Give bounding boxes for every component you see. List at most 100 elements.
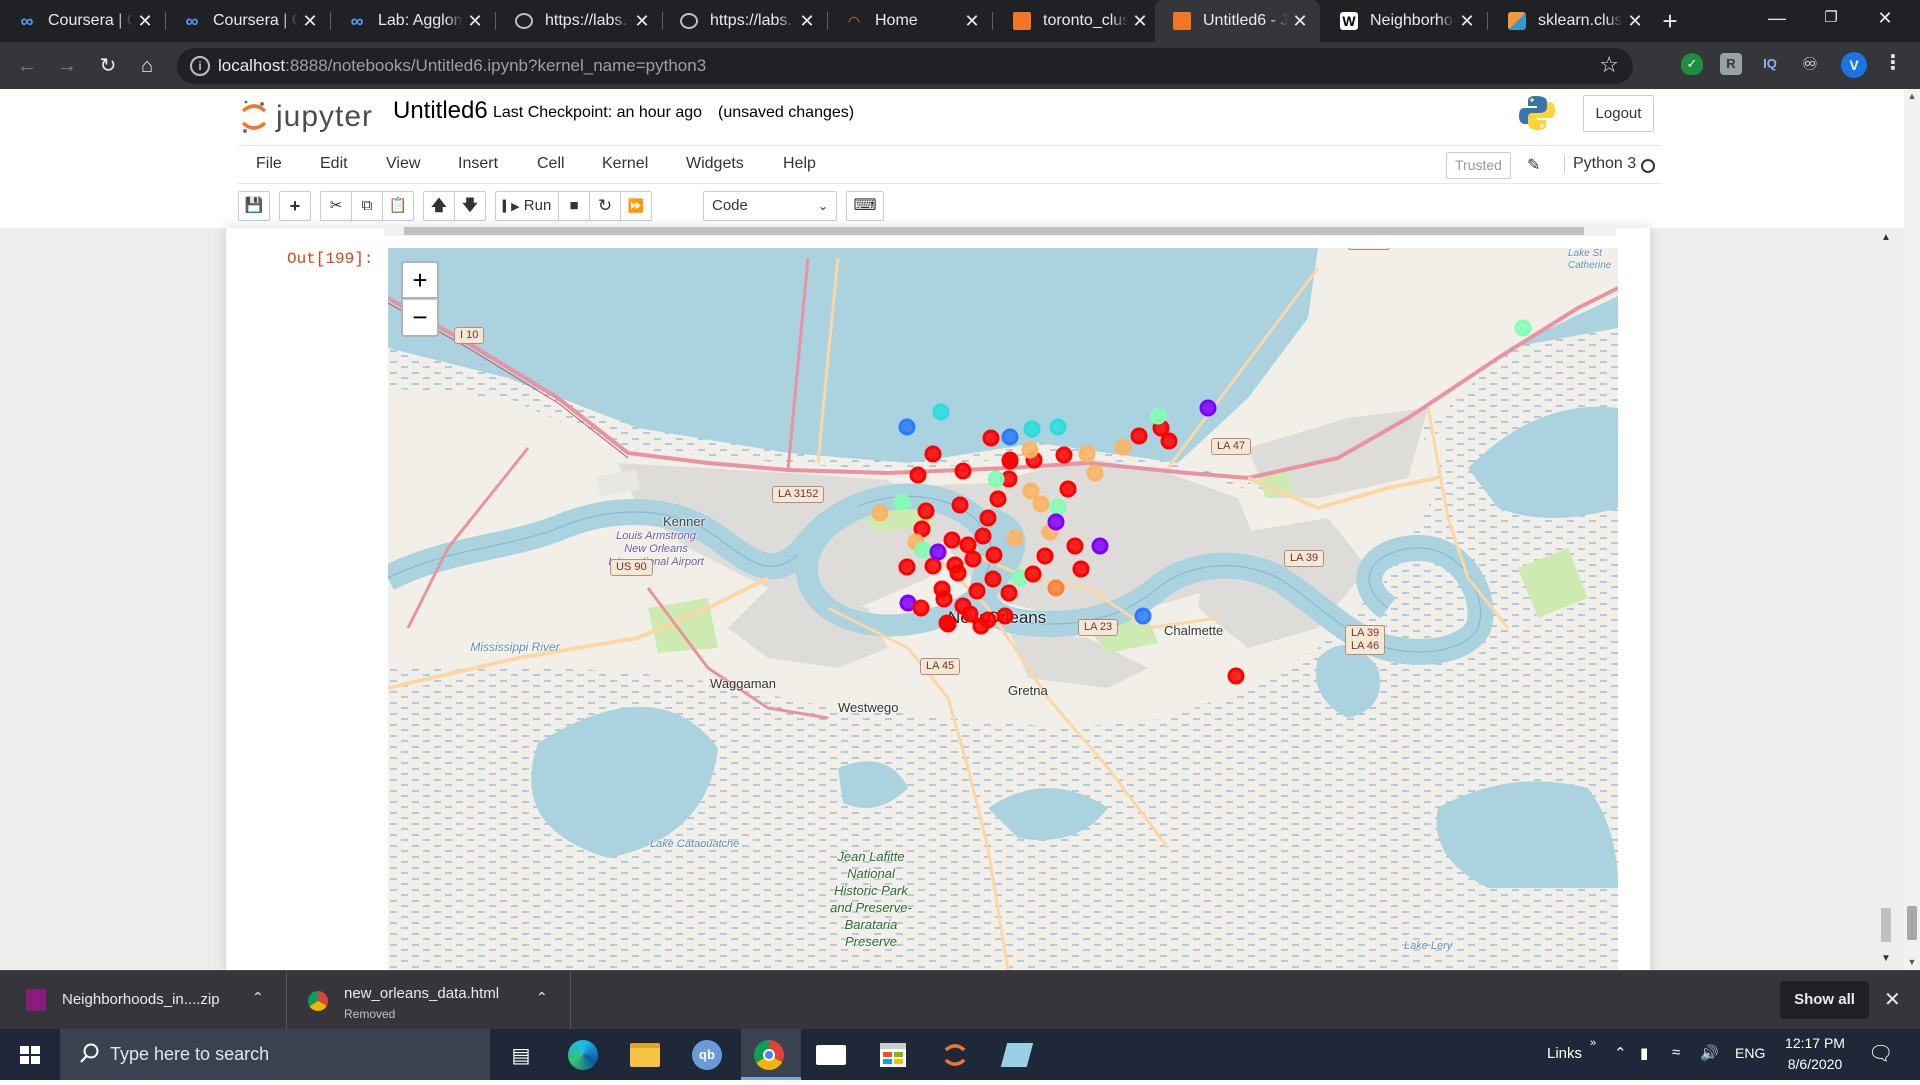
cluster-marker-red[interactable] <box>939 615 957 633</box>
browser-tab[interactable]: ∞ Coursera | O ✕ <box>165 0 330 42</box>
edit-pencil-icon[interactable]: ✎ <box>1527 155 1540 175</box>
cluster-marker-red[interactable] <box>1024 565 1042 583</box>
cluster-marker-red[interactable] <box>1160 432 1178 450</box>
show-all-downloads-button[interactable]: Show all <box>1780 981 1869 1019</box>
browser-tab[interactable]: sklearn.clust ✕ <box>1490 0 1655 42</box>
cluster-marker-red[interactable] <box>909 466 927 484</box>
cluster-marker-red[interactable] <box>1036 547 1054 565</box>
browser-tab[interactable]: https://labs. ✕ <box>662 0 827 42</box>
cluster-marker-red[interactable] <box>996 607 1014 625</box>
scrollbar-thumb[interactable] <box>1881 908 1891 942</box>
menu-help[interactable]: Help <box>783 155 816 173</box>
cluster-marker-red[interactable] <box>1130 427 1148 445</box>
forward-button[interactable]: → <box>53 52 81 80</box>
close-tab-icon[interactable]: ✕ <box>630 11 654 32</box>
cluster-marker-red[interactable] <box>989 490 1007 508</box>
start-button[interactable] <box>0 1029 60 1080</box>
menu-kernel[interactable]: Kernel <box>602 155 648 173</box>
scroll-down-icon[interactable]: ▼ <box>1904 957 1920 967</box>
volume-icon[interactable]: 🔊 <box>1700 1044 1719 1062</box>
cluster-marker-blue[interactable] <box>898 418 916 436</box>
close-tab-icon[interactable]: ✕ <box>463 11 487 32</box>
close-tab-icon[interactable]: ✕ <box>1455 11 1479 32</box>
store-icon[interactable] <box>875 1037 911 1073</box>
bookmark-star-icon[interactable]: ☆ <box>1599 52 1619 78</box>
cluster-marker-red[interactable] <box>1066 537 1084 555</box>
scroll-up-icon[interactable]: ▲ <box>1904 91 1920 101</box>
scrollbar-thumb[interactable] <box>1907 906 1917 940</box>
cluster-marker-red[interactable] <box>1000 584 1018 602</box>
notebook-name[interactable]: Untitled6 <box>393 97 488 125</box>
qbittorrent-icon[interactable]: qb <box>689 1037 725 1073</box>
chevron-right-icon[interactable]: » <box>1590 1037 1596 1049</box>
wifi-icon[interactable]: ≈ <box>1672 1044 1680 1061</box>
cluster-marker-red[interactable] <box>943 531 961 549</box>
links-toolbar[interactable]: Links <box>1547 1045 1582 1062</box>
move-up-icon[interactable]: 🡅 <box>423 191 455 221</box>
browser-menu-icon[interactable]: ⋮ <box>1882 52 1904 74</box>
cluster-marker-purple[interactable] <box>1199 399 1217 417</box>
site-info-icon[interactable]: i <box>190 56 210 76</box>
browser-tab[interactable]: ◠ Home ✕ <box>827 0 992 42</box>
task-view-icon[interactable]: ▤ <box>503 1037 539 1073</box>
trusted-indicator[interactable]: Trusted <box>1446 152 1511 179</box>
new-tab-button[interactable]: + <box>1655 6 1685 36</box>
cluster-marker-purple[interactable] <box>1047 513 1065 531</box>
puzzle-icon[interactable]: ♾ <box>1799 53 1821 75</box>
cluster-marker-orange[interactable] <box>1086 464 1104 482</box>
cluster-marker-orange[interactable] <box>1022 482 1040 500</box>
close-tab-icon[interactable]: ✕ <box>1288 11 1312 32</box>
cluster-marker-red[interactable] <box>959 536 977 554</box>
close-tab-icon[interactable]: ✕ <box>1623 11 1647 32</box>
cluster-marker-red[interactable] <box>982 429 1000 447</box>
notifications-icon[interactable]: 🗨 <box>1868 1041 1893 1066</box>
cluster-marker-blue[interactable] <box>1134 607 1152 625</box>
restart-kernel-icon[interactable]: ↻ <box>589 191 621 221</box>
interrupt-stop-icon[interactable]: ■ <box>558 191 590 221</box>
cluster-marker-red[interactable] <box>972 617 990 635</box>
cluster-marker-orange[interactable] <box>871 504 889 522</box>
cluster-marker-red[interactable] <box>898 558 916 576</box>
menu-file[interactable]: File <box>256 155 282 173</box>
move-down-icon[interactable]: 🡇 <box>454 191 486 221</box>
insert-cell-plus-icon[interactable]: + <box>279 191 311 221</box>
menu-insert[interactable]: Insert <box>458 155 498 173</box>
cluster-marker-red[interactable] <box>1072 560 1090 578</box>
zoom-out-button[interactable]: − <box>401 299 439 337</box>
chevron-up-icon[interactable]: ⌃ <box>1614 1044 1627 1062</box>
cluster-marker-orange[interactable] <box>1032 495 1050 513</box>
cluster-marker-dark-orange[interactable] <box>1047 579 1065 597</box>
taskbar-search-box[interactable]: Type here to search <box>60 1029 490 1080</box>
browser-tab[interactable]: ∞ Coursera | O ✕ <box>0 0 165 42</box>
close-window-button[interactable]: ✕ <box>1862 0 1908 36</box>
scrollbar-thumb[interactable] <box>404 227 1584 235</box>
folium-map[interactable]: Kenner Louis Armstrong New Orleans Intern… <box>388 248 1618 970</box>
chevron-up-icon[interactable]: ⌃ <box>252 989 264 1006</box>
download-item[interactable]: new_orleans_data.html Removed ⌃ <box>288 971 571 1030</box>
cluster-marker-red[interactable] <box>985 546 1003 564</box>
cluster-marker-red[interactable] <box>968 582 986 600</box>
cluster-marker-red[interactable] <box>1055 446 1073 464</box>
logout-button[interactable]: Logout <box>1583 95 1654 132</box>
chrome-icon[interactable] <box>751 1037 787 1073</box>
menu-view[interactable]: View <box>386 155 420 173</box>
browser-tab[interactable]: ∞ Lab: Agglom ✕ <box>330 0 495 42</box>
cluster-marker-green[interactable] <box>987 470 1005 488</box>
run-button[interactable]: ▍▶ Run <box>495 191 559 221</box>
chevron-up-icon[interactable]: ⌃ <box>536 989 548 1006</box>
scroll-down-icon[interactable]: ▼ <box>1877 953 1895 964</box>
cluster-marker-red[interactable] <box>949 564 967 582</box>
profile-avatar[interactable]: V <box>1841 52 1867 78</box>
browser-tab[interactable]: W Neighborho ✕ <box>1322 0 1487 42</box>
cluster-marker-blue[interactable] <box>1001 428 1019 446</box>
cluster-marker-red[interactable] <box>917 502 935 520</box>
paste-icon[interactable]: 📋 <box>382 191 414 221</box>
jupyter-taskbar-icon[interactable] <box>937 1037 973 1073</box>
mail-icon[interactable] <box>813 1037 849 1073</box>
download-item[interactable]: Neighborhoods_in....zip ⌃ <box>0 971 287 1030</box>
cluster-marker-red[interactable] <box>912 599 930 617</box>
close-download-shelf-icon[interactable]: ✕ <box>1884 987 1901 1012</box>
cluster-marker-red[interactable] <box>924 445 942 463</box>
restore-window-button[interactable]: ❐ <box>1808 0 1854 36</box>
cluster-marker-red[interactable] <box>961 605 979 623</box>
